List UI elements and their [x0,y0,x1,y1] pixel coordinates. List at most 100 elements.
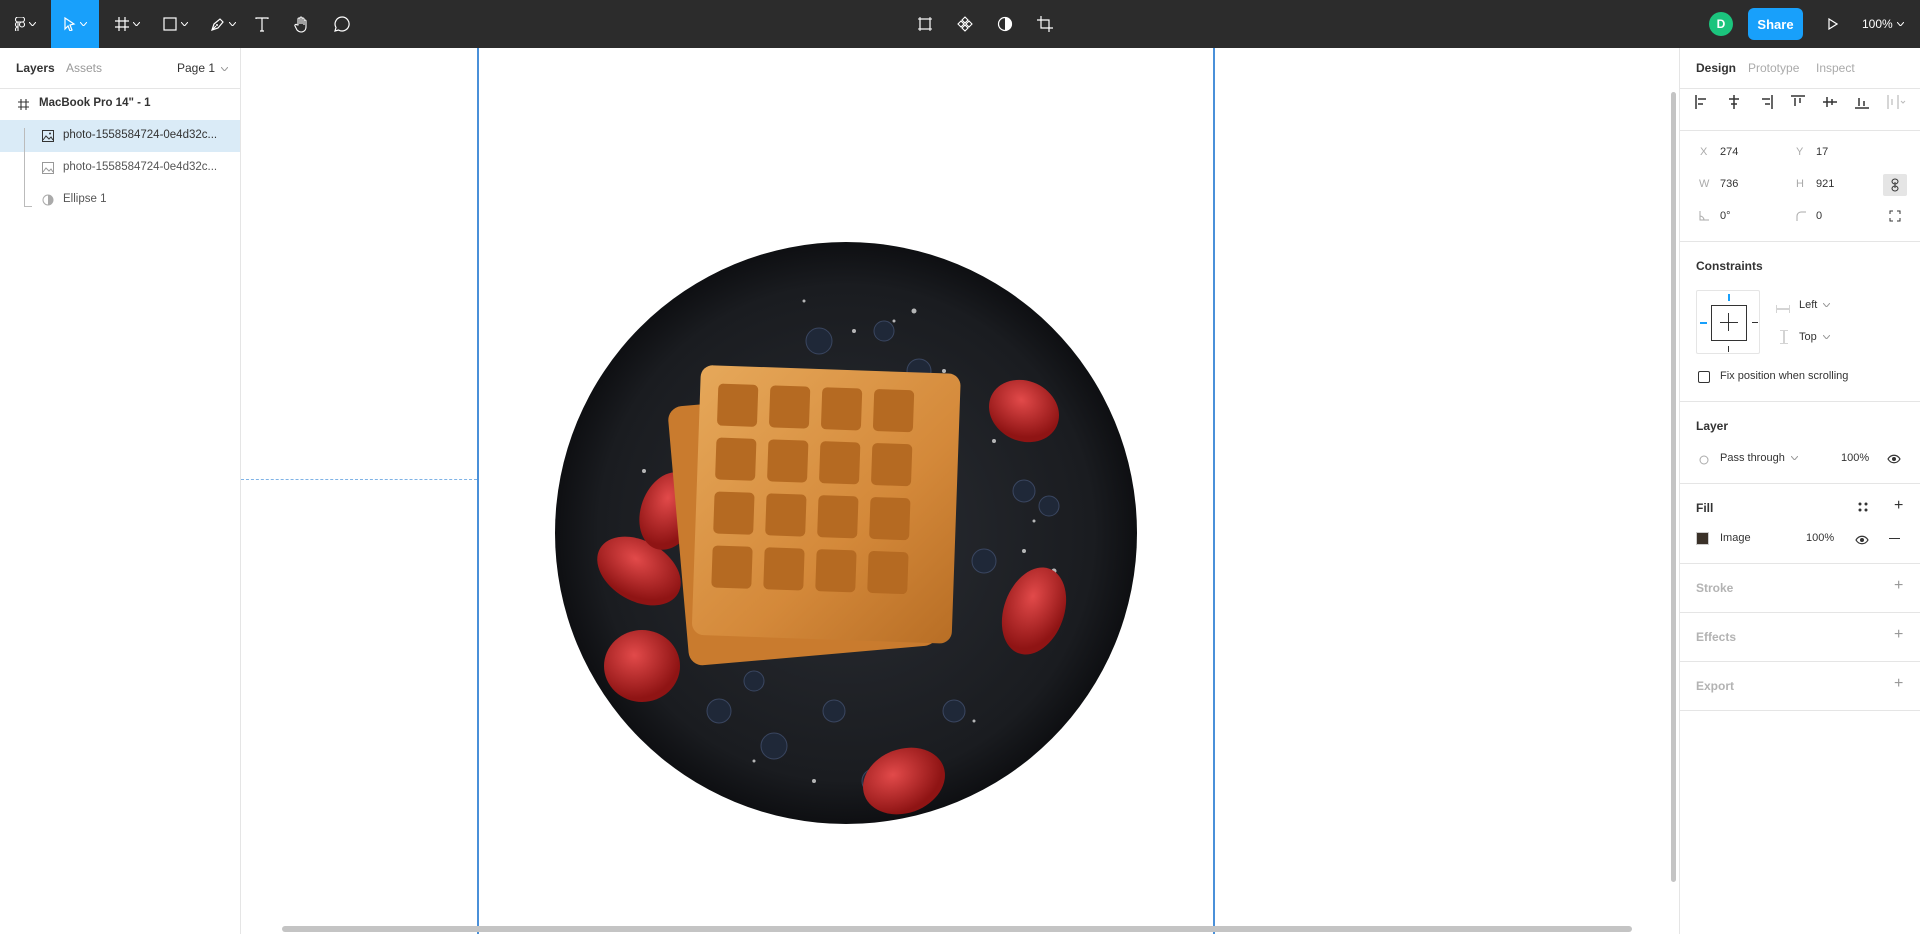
distribute-button[interactable] [1884,92,1910,112]
frame-tool-button[interactable] [107,0,147,48]
chevron-down-icon [229,22,236,26]
main-menu-button[interactable] [8,0,42,48]
page-selector[interactable]: Page 1 [177,61,229,75]
corner-radius-icon [1796,210,1806,224]
layer-visibility-toggle[interactable] [1887,453,1901,467]
align-vcenter-button[interactable] [1820,92,1840,112]
fill-styles-button[interactable] [1858,501,1868,515]
x-input[interactable]: 274 [1720,146,1738,158]
layer-row-photo-2[interactable]: photo-1558584724-0e4d32c... [0,152,240,184]
blend-mode-icon [1699,454,1709,468]
vertical-constraint-dropdown[interactable]: Top [1799,331,1831,343]
create-component-button[interactable] [954,0,976,48]
add-effect-button[interactable]: + [1894,627,1903,643]
waffle-photo[interactable] [554,241,1138,825]
text-tool-button[interactable] [250,0,274,48]
chevron-down-icon [1896,22,1904,26]
chevron-down-icon [79,22,87,26]
tab-inspect[interactable]: Inspect [1816,61,1855,75]
layer-section-title: Layer [1696,419,1729,433]
align-vcenter-icon [1823,97,1837,107]
add-stroke-button[interactable]: + [1894,578,1903,594]
fix-scroll-checkbox[interactable] [1698,371,1710,383]
w-label: W [1699,178,1710,190]
layer-opacity-input[interactable]: 100% [1841,452,1869,464]
export-section-title: Export [1696,679,1735,693]
layer-row-photo-1[interactable]: photo-1558584724-0e4d32c... [0,120,240,152]
align-bottom-button[interactable] [1852,92,1872,112]
stroke-section-title: Stroke [1696,581,1734,595]
constrain-proportions-button[interactable] [1883,174,1907,196]
fill-visibility-toggle[interactable] [1855,534,1869,548]
fill-opacity-input[interactable]: 100% [1806,532,1834,544]
share-button[interactable]: Share [1748,8,1803,40]
play-icon [1828,18,1838,30]
align-top-icon [1791,95,1805,106]
constraints-widget[interactable] [1696,290,1760,354]
horizontal-scrollbar[interactable] [282,926,1632,932]
present-button[interactable] [1823,0,1843,48]
align-top-button[interactable] [1788,92,1808,112]
pointer-icon [63,17,75,31]
zoom-dropdown[interactable]: 100% [1862,0,1904,48]
horizontal-constraint-dropdown[interactable]: Left [1799,299,1831,311]
eye-icon [1887,454,1901,464]
constraint-top[interactable] [1728,294,1730,301]
w-input[interactable]: 736 [1720,178,1738,190]
crop-button[interactable] [1034,0,1056,48]
layers-panel: Layers Assets Page 1 MacBook Pro 14" - 1… [0,48,241,934]
fill-image-swatch[interactable] [1696,532,1709,545]
tab-prototype[interactable]: Prototype [1748,61,1799,75]
fill-type-label[interactable]: Image [1720,532,1751,544]
image-icon [41,129,55,143]
link-icon [1891,178,1899,192]
tab-assets[interactable]: Assets [66,61,102,75]
divider [1680,130,1920,131]
rotation-input[interactable]: 0° [1720,210,1731,222]
independent-corners-button[interactable] [1889,210,1901,225]
h-input[interactable]: 921 [1816,178,1834,190]
remove-fill-button[interactable] [1889,538,1900,539]
frame-left-edge [477,48,479,934]
fix-scroll-label: Fix position when scrolling [1720,370,1849,382]
canvas[interactable]: ? [241,48,1679,934]
layer-row-frame[interactable]: MacBook Pro 14" - 1 [0,88,240,120]
mask-icon [41,193,55,207]
hand-tool-button[interactable] [289,0,315,48]
constraint-box [1711,305,1747,341]
properties-panel: Design Prototype Inspect X 274 Y 17 W 73… [1679,48,1920,934]
constraints-title: Constraints [1696,259,1763,273]
add-export-button[interactable]: + [1894,676,1903,692]
align-hcenter-button[interactable] [1724,92,1744,112]
comment-tool-button[interactable] [330,0,354,48]
tab-layers[interactable]: Layers [16,61,55,75]
toolbar: D Share 100% [0,0,1920,48]
layer-row-ellipse[interactable]: Ellipse 1 [0,184,240,216]
blend-mode-dropdown[interactable]: Pass through [1720,452,1799,464]
move-tool-button[interactable] [51,0,99,48]
constraint-bottom[interactable] [1728,346,1729,352]
divider [1680,661,1920,662]
mask-button[interactable] [994,0,1016,48]
rotation-icon [1699,210,1709,224]
corner-radius-input[interactable]: 0 [1816,210,1822,222]
shape-tool-button[interactable] [155,0,195,48]
horizontal-constraint-value: Left [1799,299,1818,311]
select-matching-button[interactable] [914,0,936,48]
constraint-right[interactable] [1752,322,1758,323]
add-fill-button[interactable]: + [1894,498,1903,514]
divider [1680,710,1920,711]
align-right-button[interactable] [1756,92,1776,112]
constraint-left[interactable] [1700,322,1707,324]
tab-design[interactable]: Design [1696,61,1736,75]
hand-icon [294,15,307,33]
vertical-constraint-value: Top [1799,331,1817,343]
chevron-down-icon [1823,302,1831,308]
vertical-scrollbar[interactable] [1671,92,1676,882]
constraint-cross-h [1720,322,1738,323]
align-left-button[interactable] [1692,92,1712,112]
user-avatar[interactable]: D [1709,12,1733,36]
y-label: Y [1796,146,1804,158]
y-input[interactable]: 17 [1816,146,1828,158]
pen-tool-button[interactable] [203,0,243,48]
